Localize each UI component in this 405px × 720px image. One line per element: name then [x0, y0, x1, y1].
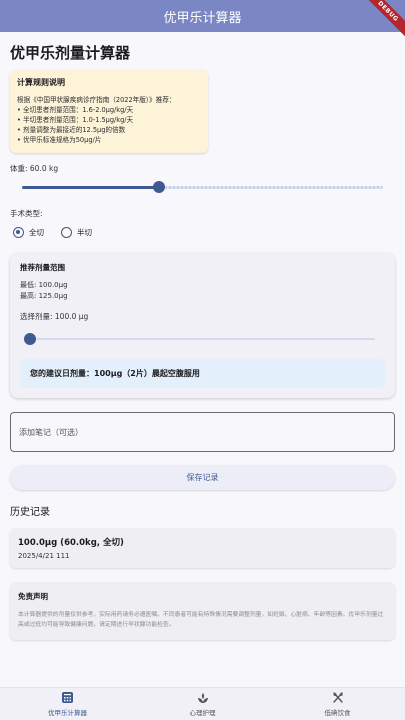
weight-label: 体重: 60.0 kg [10, 164, 59, 173]
weight-slider-inactive-track [165, 186, 383, 189]
dose-slider-thumb[interactable] [24, 333, 36, 345]
selected-dose-label: 选择剂量: 100.0 μg [20, 312, 89, 321]
radio-label: 全切 [29, 227, 44, 237]
nav-label: 低碘饮食 [324, 708, 351, 717]
disclaimer-card: 免责声明 本计算器提供的剂量仅供参考，实际用药请务必遵医嘱。不同患者可能有特殊情… [10, 582, 395, 640]
rules-info-card: 计算规则说明 根据《中国甲状腺疾病诊疗指南（2022年版）》推荐： • 全切患者… [10, 70, 208, 153]
rules-title: 计算规则说明 [17, 78, 65, 87]
disclaimer-title: 免责声明 [18, 592, 48, 601]
calculator-icon [62, 692, 73, 704]
weight-slider-active-track [22, 186, 160, 189]
history-item[interactable]: 100.0μg (60.0kg, 全切) 2025/4/21 111 [10, 528, 395, 568]
save-record-button[interactable]: 保存记录 [10, 465, 395, 490]
rules-line: • 剂量调整为最接近的12.5μg的倍数 [17, 126, 126, 134]
dose-slider-track [30, 338, 375, 340]
nav-item-mental-care[interactable]: 心理护理 [135, 688, 270, 720]
radio-total-thyroidectomy[interactable]: 全切 [13, 226, 44, 238]
note-input[interactable] [10, 412, 395, 452]
history-item-dose: 100.0μg (60.0kg, 全切) [18, 538, 124, 548]
surgery-type-radio-group: 全切 半切 [10, 225, 395, 239]
dose-max: 最高: 125.0μg [20, 292, 68, 300]
radio-partial-thyroidectomy[interactable]: 半切 [61, 226, 92, 238]
radio-selected-icon [13, 226, 24, 238]
main-content: 优甲乐剂量计算器 计算规则说明 根据《中国甲状腺疾病诊疗指南（2022年版）》推… [0, 32, 405, 687]
nav-item-low-iodine-diet[interactable]: 低碘饮食 [270, 688, 405, 720]
weight-slider[interactable] [10, 180, 395, 194]
disclaimer-text: 本计算器提供的剂量仅供参考，实际用药请务必遵医嘱。不同患者可能有特殊情况需要调整… [18, 612, 384, 628]
nav-label: 心理护理 [189, 708, 216, 717]
page-title: 优甲乐剂量计算器 [10, 44, 131, 62]
spa-icon [197, 692, 209, 704]
rules-line: • 优甲乐标准规格为50μg/片 [17, 136, 102, 144]
history-title: 历史记录 [10, 507, 50, 518]
surgery-type-label: 手术类型: [10, 209, 43, 218]
rules-line: 根据《中国甲状腺疾病诊疗指南（2022年版）》推荐： [17, 96, 176, 104]
rules-line: • 半切患者剂量范围：1.0-1.5μg/kg/天 [17, 116, 134, 124]
app-bar: 优甲乐计算器 DEBUG [0, 0, 405, 41]
restaurant-icon [332, 691, 344, 704]
dose-range-card: 推荐剂量范围 最低: 100.0μg 最高: 125.0μg 选择剂量: 100… [10, 253, 395, 398]
dose-recommendation: 您的建议日剂量：100μg（2片）晨起空腹服用 [20, 359, 385, 388]
history-item-date: 2025/4/21 111 [18, 552, 70, 560]
dose-range-title: 推荐剂量范围 [20, 263, 65, 272]
dose-slider[interactable] [20, 332, 385, 346]
app-title: 优甲乐计算器 [163, 10, 242, 26]
rules-line: • 全切患者剂量范围：1.6-2.0μg/kg/天 [17, 106, 134, 114]
radio-unselected-icon [61, 226, 72, 238]
bottom-navigation: 优甲乐计算器 心理护理 低碘饮食 [0, 687, 405, 720]
nav-label: 优甲乐计算器 [48, 708, 87, 717]
weight-slider-thumb[interactable] [153, 181, 166, 193]
dose-min: 最低: 100.0μg [20, 281, 68, 289]
radio-label: 半切 [77, 227, 92, 237]
nav-item-calculator[interactable]: 优甲乐计算器 [0, 688, 135, 720]
